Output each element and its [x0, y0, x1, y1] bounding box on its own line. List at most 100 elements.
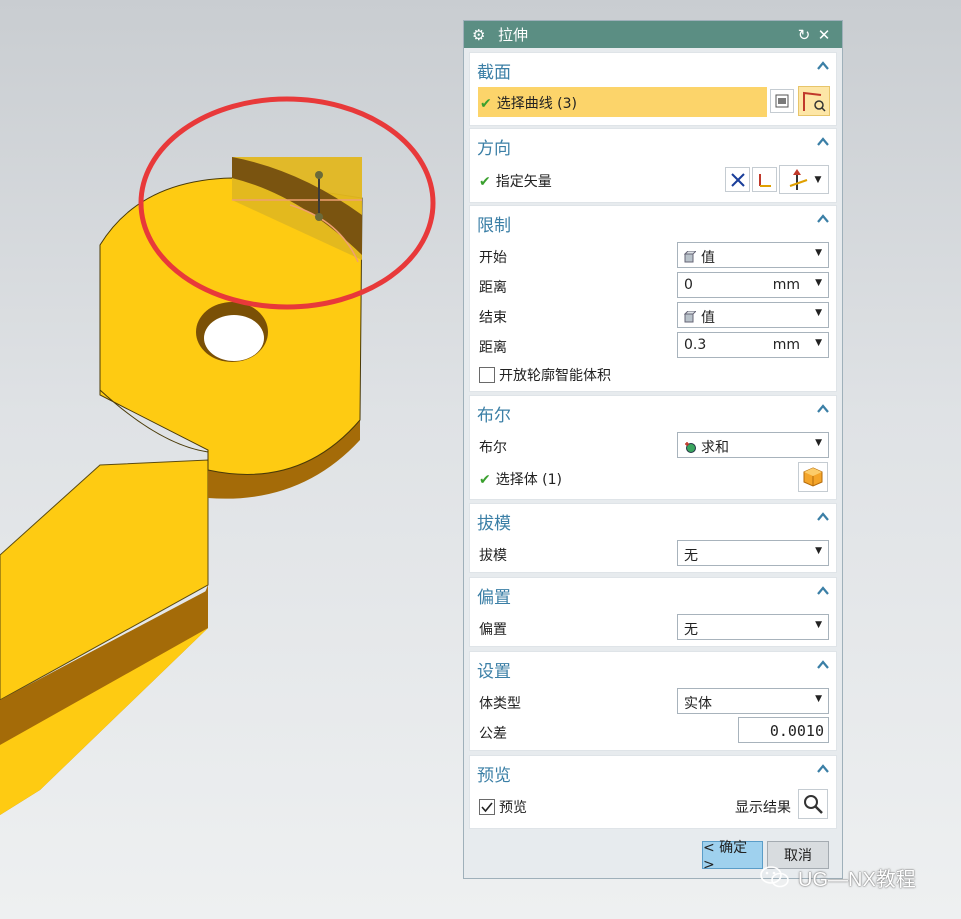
limits-group: 限制 开始 值 ▼ 距离 0 mm ▼ 结束 值 ▼ 距离 0.3 mm ▼ 开…	[469, 205, 837, 392]
start-type-value: 值	[701, 250, 715, 266]
open-profile-label: 开放轮廓智能体积	[499, 368, 611, 384]
vector-handle-base[interactable]	[315, 213, 323, 221]
dialog-titlebar: ⚙ 拉伸 ↻ ✕	[464, 21, 842, 48]
yellow-part[interactable]	[0, 157, 363, 815]
boolean-group: 布尔 布尔 求和 ▼ ✔ 选择体 (1)	[469, 395, 837, 500]
end-label: 结束	[479, 310, 507, 326]
reverse-direction-icon	[730, 172, 745, 187]
select-curve-label: 选择曲线 (3)	[496, 96, 578, 112]
draft-select[interactable]: 无 ▼	[677, 540, 829, 566]
tolerance-value: 0.0010	[769, 722, 824, 740]
offset-title: 偏置	[477, 588, 511, 608]
offset-value: 无	[684, 622, 698, 638]
chevron-down-icon: ▼	[815, 308, 822, 318]
draft-title: 拔模	[477, 514, 511, 534]
limits-title: 限制	[477, 216, 511, 236]
sketch-icon	[775, 94, 789, 108]
start-distance-input[interactable]: 0 mm ▼	[677, 272, 829, 298]
end-distance-input[interactable]: 0.3 mm ▼	[677, 332, 829, 358]
watermark-text: UG—NX教程	[798, 868, 916, 891]
vector-type-icon	[789, 168, 807, 190]
vector-dialog-button[interactable]	[752, 167, 777, 192]
offset-label: 偏置	[479, 622, 507, 638]
show-result-button[interactable]	[798, 789, 828, 819]
reverse-direction-button[interactable]	[725, 167, 750, 192]
tolerance-label: 公差	[479, 726, 507, 742]
tolerance-input[interactable]: 0.0010	[738, 717, 829, 743]
vector-axes-icon	[758, 173, 771, 187]
boolean-value: 求和	[701, 440, 729, 456]
start-distance-label: 距离	[479, 280, 507, 296]
boolean-title: 布尔	[477, 406, 511, 426]
solid-body-icon	[803, 467, 823, 487]
chevron-up-icon[interactable]	[816, 510, 830, 524]
curve-icon	[803, 91, 826, 112]
draft-group: 拔模 拔模 无 ▼	[469, 503, 837, 573]
end-type-select[interactable]: 值 ▼	[677, 302, 829, 328]
draft-value: 无	[684, 548, 698, 564]
vector-handle-top[interactable]	[315, 171, 323, 179]
wechat-icon	[760, 866, 789, 888]
select-body-label: 选择体 (1)	[495, 472, 563, 488]
close-icon[interactable]: ✕	[814, 26, 834, 44]
settings-title: 设置	[477, 662, 511, 682]
end-distance-label: 距离	[479, 340, 507, 356]
open-profile-checkbox[interactable]	[479, 367, 495, 383]
offset-select[interactable]: 无 ▼	[677, 614, 829, 640]
curve-select-button[interactable]	[798, 86, 830, 116]
chevron-down-icon: ▼	[814, 174, 822, 185]
start-type-select[interactable]: 值 ▼	[677, 242, 829, 268]
watermark: UG—NX教程	[760, 860, 950, 894]
chevron-up-icon[interactable]	[816, 135, 830, 149]
direction-title: 方向	[477, 139, 511, 159]
check-icon: ✔	[479, 174, 491, 190]
draft-label: 拔模	[479, 548, 507, 564]
checkmark-icon	[481, 802, 493, 813]
chevron-down-icon: ▼	[815, 248, 822, 258]
end-type-value: 值	[701, 310, 715, 326]
chevron-down-icon: ▼	[815, 338, 822, 348]
chevron-down-icon: ▼	[815, 546, 822, 556]
check-icon: ✔	[480, 96, 492, 112]
dialog-title: 拉伸	[498, 26, 529, 44]
chevron-up-icon[interactable]	[816, 658, 830, 672]
ok-button[interactable]: < 确定 >	[702, 840, 763, 873]
body-type-label: 体类型	[479, 696, 521, 712]
start-label: 开始	[479, 250, 507, 266]
specify-vector-label: 指定矢量	[495, 174, 552, 190]
offset-group: 偏置 偏置 无 ▼	[469, 577, 837, 647]
sketch-section-button[interactable]	[770, 89, 794, 113]
preview-title: 预览	[477, 766, 511, 786]
settings-group: 设置 体类型 实体 ▼ 公差 0.0010	[469, 651, 837, 751]
chevron-down-icon: ▼	[815, 694, 822, 704]
value-cube-icon	[684, 311, 696, 323]
boolean-select[interactable]: 求和 ▼	[677, 432, 829, 458]
chevron-down-icon: ▼	[815, 620, 822, 630]
select-curve-row[interactable]: ✔ 选择曲线 (3)	[478, 87, 767, 117]
end-distance-value: 0.3	[684, 337, 707, 353]
select-body-row[interactable]: ✔ 选择体 (1)	[479, 469, 562, 489]
preview-checkbox[interactable]	[479, 799, 495, 815]
boolean-label: 布尔	[479, 440, 507, 456]
start-distance-unit: mm	[772, 277, 800, 293]
section-title: 截面	[477, 63, 511, 83]
start-distance-value: 0	[684, 277, 693, 293]
body-type-select[interactable]: 实体 ▼	[677, 688, 829, 714]
check-icon: ✔	[479, 472, 491, 488]
select-body-button[interactable]	[798, 462, 828, 492]
vector-type-dropdown[interactable]: ▼	[779, 165, 829, 194]
direction-group: 方向 ✔ 指定矢量 ▼	[469, 128, 837, 203]
value-cube-icon	[684, 251, 696, 263]
chevron-up-icon[interactable]	[816, 584, 830, 598]
preview-group: 预览 预览 显示结果	[469, 755, 837, 829]
chevron-up-icon[interactable]	[816, 212, 830, 226]
reset-icon[interactable]: ↻	[794, 26, 814, 44]
preview-label: 预览	[499, 800, 527, 816]
chevron-down-icon: ▼	[815, 438, 822, 448]
chevron-up-icon[interactable]	[816, 59, 830, 73]
chevron-up-icon[interactable]	[816, 402, 830, 416]
chevron-down-icon: ▼	[815, 278, 822, 288]
specify-vector-row[interactable]: ✔ 指定矢量	[479, 171, 552, 191]
chevron-up-icon[interactable]	[816, 762, 830, 776]
hole-through	[204, 315, 264, 361]
